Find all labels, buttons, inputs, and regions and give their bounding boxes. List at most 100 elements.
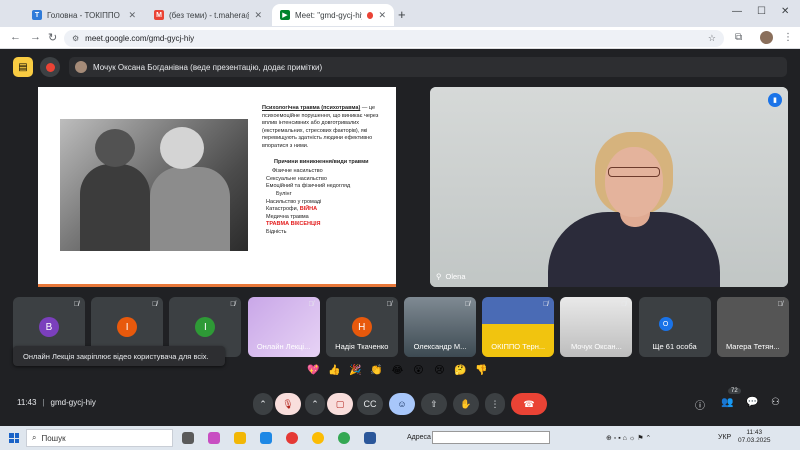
video-options-chevron-icon[interactable]: ⌃ (305, 393, 325, 415)
raise-hand-button[interactable]: ✋ (453, 393, 479, 415)
leave-call-button[interactable]: ☎ (511, 393, 547, 415)
slide-list-item: Фізичне насильство (272, 168, 323, 175)
address-toolbar-input[interactable] (432, 431, 550, 444)
clock-date: 07.03.2025 (738, 437, 771, 444)
camera-off-button[interactable]: ▢ (327, 393, 353, 415)
participant-tile[interactable]: 🎙̸ Онлайн Лекці... (247, 297, 320, 357)
participant-initial: І (117, 317, 138, 337)
present-screen-button[interactable]: ⇧ (421, 393, 447, 415)
windows-start-icon[interactable] (9, 433, 19, 443)
participant-tile[interactable]: 🎙̸ ОКІППО Терн... (482, 297, 555, 357)
address-bar[interactable]: ⚙ meet.google.com/gmd-gycj-hiy ☆ (64, 30, 724, 47)
reaction-emoji[interactable]: 😢 (431, 365, 448, 376)
mic-muted-icon: 🎙̸ (151, 301, 158, 308)
reaction-emoji[interactable]: 🤔 (452, 365, 469, 376)
keyboard-language[interactable]: УКР (718, 434, 731, 441)
reaction-bar: 💖 👍 🎉 👏 😂 😮 😢 🤔 👎 (305, 365, 490, 376)
word-icon[interactable] (364, 432, 376, 444)
captions-button[interactable]: CC (357, 393, 383, 415)
tab-tokippo[interactable]: T Головна - ТОКІППО ✕ (24, 4, 144, 26)
slide-subtitle: Причини виникнення/види травми (274, 158, 369, 165)
tab-meet[interactable]: ▶ Meet: "gmd-gycj-hiy" ✕ (272, 4, 394, 26)
tray-icons[interactable]: ⊕ ▫ ▪ ⌂ ☼ ⚑ ⌃ (606, 434, 651, 442)
bookmark-star-icon[interactable]: ☆ (708, 33, 716, 44)
reaction-emoji[interactable]: 👍 (326, 365, 343, 376)
reaction-emoji[interactable]: 👏 (368, 365, 385, 376)
reload-icon[interactable]: ↻ (48, 31, 57, 44)
taskbar-search-placeholder: Пошук (41, 433, 66, 443)
participant-tile[interactable]: 🎙̸ Олександр М... (404, 297, 476, 357)
forward-icon[interactable]: → (30, 31, 41, 43)
close-icon[interactable]: ✕ (254, 10, 262, 21)
participant-tile[interactable]: О Ще 61 особа (638, 297, 711, 357)
close-icon[interactable]: ✕ (378, 10, 386, 21)
recording-icon (366, 11, 374, 19)
site-info-icon[interactable]: ⚙ (72, 34, 79, 43)
address-label: Адреса (407, 434, 431, 441)
opera-icon[interactable] (286, 432, 298, 444)
meeting-details-icon[interactable]: ⓘ (695, 397, 705, 412)
reaction-emoji[interactable]: 🎉 (347, 365, 364, 376)
mic-muted-icon: 🎙̸ (73, 301, 79, 308)
minimize-icon[interactable]: — (732, 6, 742, 17)
windows-taskbar: ⌕ Пошук Адреса ⊕ ▫ ▪ ⌂ ☼ ⚑ ⌃ УКР 11:43 0… (0, 426, 800, 450)
presenter-text: Мочук Оксана Богданівна (веде презентаці… (93, 62, 323, 72)
extensions-icon[interactable]: ⧉ (735, 32, 742, 43)
pin-icon: ⚲ (436, 272, 442, 281)
record-button[interactable] (40, 57, 60, 77)
tab-gmail[interactable]: M (без теми) - t.mahera@ippo.e ✕ (146, 4, 270, 26)
participant-name: Олександр М... (413, 342, 467, 351)
audio-options-chevron-icon[interactable]: ⌃ (253, 393, 273, 415)
meeting-code: gmd-gycj-hiy (50, 398, 96, 407)
participant-initial: Н (351, 317, 372, 337)
speaker-glasses (608, 167, 660, 177)
emoji-reactions-button[interactable]: ☺ (389, 393, 415, 415)
slide-list-item-text: Катастрофи, (266, 206, 300, 213)
participant-name: Надія Ткаченко (335, 342, 389, 351)
back-icon[interactable]: ← (10, 31, 21, 43)
more-options-button[interactable]: ⋮ (485, 393, 505, 415)
slide-list-item: Булінг (276, 190, 292, 197)
browser-toolbar: ← → ↻ ⚙ meet.google.com/gmd-gycj-hiy ☆ ⧉… (0, 27, 800, 49)
mic-muted-icon: 🎙̸ (386, 301, 392, 308)
participant-tile[interactable]: 🎙̸ Магера Тетян... (716, 297, 789, 357)
system-clock[interactable]: 11:43 07.03.2025 (738, 429, 771, 445)
speaker-name: Olena (445, 272, 466, 281)
profile-avatar[interactable] (760, 31, 773, 44)
people-icon[interactable]: 👥 (721, 397, 733, 408)
reaction-emoji[interactable]: 😮 (410, 365, 427, 376)
mic-off-button[interactable]: 🎙 (275, 393, 301, 415)
reaction-emoji[interactable]: 💖 (305, 365, 322, 376)
slide-list-item-highlight: ВІЙНА (299, 206, 318, 213)
gmail-icon: M (154, 10, 164, 20)
participant-name: ОКІППО Терн... (491, 342, 546, 351)
slide-list: Фізичне насильство Сексуальне насильство Е… (262, 168, 392, 236)
chrome-active-icon[interactable] (338, 432, 350, 444)
new-tab-button[interactable]: + (398, 7, 406, 22)
participant-initial: І (195, 317, 216, 337)
close-icon[interactable]: ✕ (128, 10, 136, 21)
participant-tile[interactable]: Н 🎙̸ Надія Ткаченко (325, 297, 398, 357)
clock-time: 11:43 (746, 429, 763, 436)
task-view-icon[interactable] (182, 432, 194, 444)
activities-icon[interactable]: ⚇ (771, 397, 780, 408)
edge-icon[interactable] (260, 432, 272, 444)
meeting-info: 11:43 | gmd-gycj-hiy (17, 398, 96, 407)
meet-stage: ▤ Мочук Оксана Богданівна (веде презента… (0, 49, 800, 426)
search-icon: ⌕ (32, 433, 37, 442)
chat-icon[interactable]: 💬 (746, 397, 758, 408)
taskbar-search[interactable]: ⌕ Пошук (26, 429, 173, 447)
participant-name: Магера Тетян... (725, 342, 780, 351)
menu-dots-icon[interactable]: ⋮ (783, 32, 793, 43)
presentation-icon[interactable]: ▤ (13, 57, 33, 77)
file-explorer-icon[interactable] (234, 432, 246, 444)
close-window-icon[interactable]: ✕ (781, 6, 789, 17)
speaker-video[interactable]: ▮ ⚲ Olena (430, 87, 788, 287)
reaction-emoji[interactable]: 👎 (473, 365, 490, 376)
reaction-emoji[interactable]: 😂 (389, 365, 406, 376)
mic-muted-icon: 🎙̸ (464, 301, 470, 308)
participant-tile[interactable]: 🎙̸ Мочук Оксан... (560, 297, 633, 357)
copilot-icon[interactable] (208, 432, 220, 444)
chrome-icon[interactable] (312, 432, 324, 444)
maximize-icon[interactable]: ☐ (757, 6, 766, 17)
